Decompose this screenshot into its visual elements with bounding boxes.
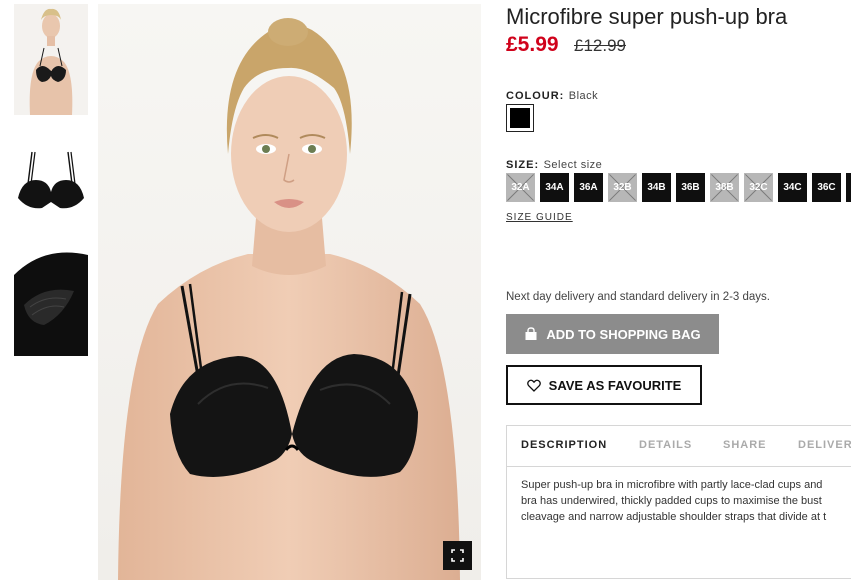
fullscreen-button[interactable] bbox=[443, 541, 472, 570]
size-selector-label: SIZE: Select size bbox=[506, 155, 602, 173]
product-info-tabs: DESCRIPTION DETAILS SHARE DELIVERY Super… bbox=[506, 425, 851, 579]
save-favourite-button[interactable]: SAVE AS FAVOURITE bbox=[506, 365, 702, 405]
add-to-bag-button[interactable]: ADD TO SHOPPING BAG bbox=[506, 314, 719, 354]
size-option-label: 34A bbox=[545, 182, 564, 193]
size-guide-link[interactable]: SIZE GUIDE bbox=[506, 212, 573, 223]
main-product-image bbox=[98, 4, 481, 580]
size-option-label: 38B bbox=[715, 182, 734, 193]
colour-value: Black bbox=[568, 90, 599, 102]
colour-label: COLOUR: bbox=[506, 90, 565, 102]
size-option-more[interactable] bbox=[846, 173, 851, 202]
size-option-label: 32A bbox=[511, 182, 530, 193]
size-option-label: 36B bbox=[681, 182, 700, 193]
size-value: Select size bbox=[543, 159, 603, 171]
colour-selector-label: COLOUR: Black bbox=[506, 86, 598, 104]
description-line: Super push-up bra in microfibre with par… bbox=[521, 479, 823, 491]
size-label: SIZE: bbox=[506, 159, 540, 171]
description-line: cleavage and narrow adjustable shoulder … bbox=[521, 511, 827, 523]
add-to-bag-label: ADD TO SHOPPING BAG bbox=[546, 326, 701, 342]
size-option-label: 34B bbox=[647, 182, 666, 193]
size-option-label: 36A bbox=[579, 182, 598, 193]
size-option-38b[interactable]: 38B bbox=[710, 173, 739, 202]
original-price: £12.99 bbox=[574, 36, 626, 55]
thumbnail-model-front[interactable] bbox=[14, 4, 88, 115]
swatch-fill bbox=[510, 108, 530, 128]
shopping-bag-icon bbox=[525, 327, 537, 340]
save-favourite-label: SAVE AS FAVOURITE bbox=[548, 377, 682, 393]
size-option-34a[interactable]: 34A bbox=[540, 173, 569, 202]
size-option-label: 34C bbox=[783, 182, 802, 193]
size-option-36c[interactable]: 36C bbox=[812, 173, 841, 202]
size-option-32a[interactable]: 32A bbox=[506, 173, 535, 202]
thumbnail-lace-detail[interactable] bbox=[14, 245, 88, 356]
tab-description[interactable]: DESCRIPTION bbox=[521, 439, 607, 451]
size-option-32b[interactable]: 32B bbox=[608, 173, 637, 202]
tabs-header: DESCRIPTION DETAILS SHARE DELIVERY bbox=[507, 426, 851, 467]
delivery-info: Next day delivery and standard delivery … bbox=[506, 291, 771, 303]
thumbnail-product-flat[interactable] bbox=[14, 128, 88, 223]
size-option-label: 36C bbox=[817, 182, 836, 193]
size-option-34c[interactable]: 34C bbox=[778, 173, 807, 202]
sale-price: £5.99 bbox=[506, 33, 559, 56]
size-option-34b[interactable]: 34B bbox=[642, 173, 671, 202]
size-option-36b[interactable]: 36B bbox=[676, 173, 705, 202]
product-title: Microfibre super push-up bra bbox=[506, 4, 788, 29]
heart-icon bbox=[526, 379, 541, 392]
colour-swatch-black[interactable] bbox=[506, 104, 534, 132]
size-options: 32A 34A 36A 32B 34B 36B 38B 32C 34C 36C bbox=[506, 173, 851, 203]
tab-delivery[interactable]: DELIVERY bbox=[798, 439, 851, 451]
tab-share[interactable]: SHARE bbox=[723, 439, 767, 451]
size-option-label: 32B bbox=[613, 182, 632, 193]
size-option-36a[interactable]: 36A bbox=[574, 173, 603, 202]
tab-details[interactable]: DETAILS bbox=[639, 439, 692, 451]
description-text: Super push-up bra in microfibre with par… bbox=[521, 477, 851, 525]
fullscreen-icon bbox=[451, 549, 464, 562]
description-line: bra has underwired, thickly padded cups … bbox=[521, 495, 822, 507]
size-option-label: 32C bbox=[749, 182, 768, 193]
size-option-32c[interactable]: 32C bbox=[744, 173, 773, 202]
